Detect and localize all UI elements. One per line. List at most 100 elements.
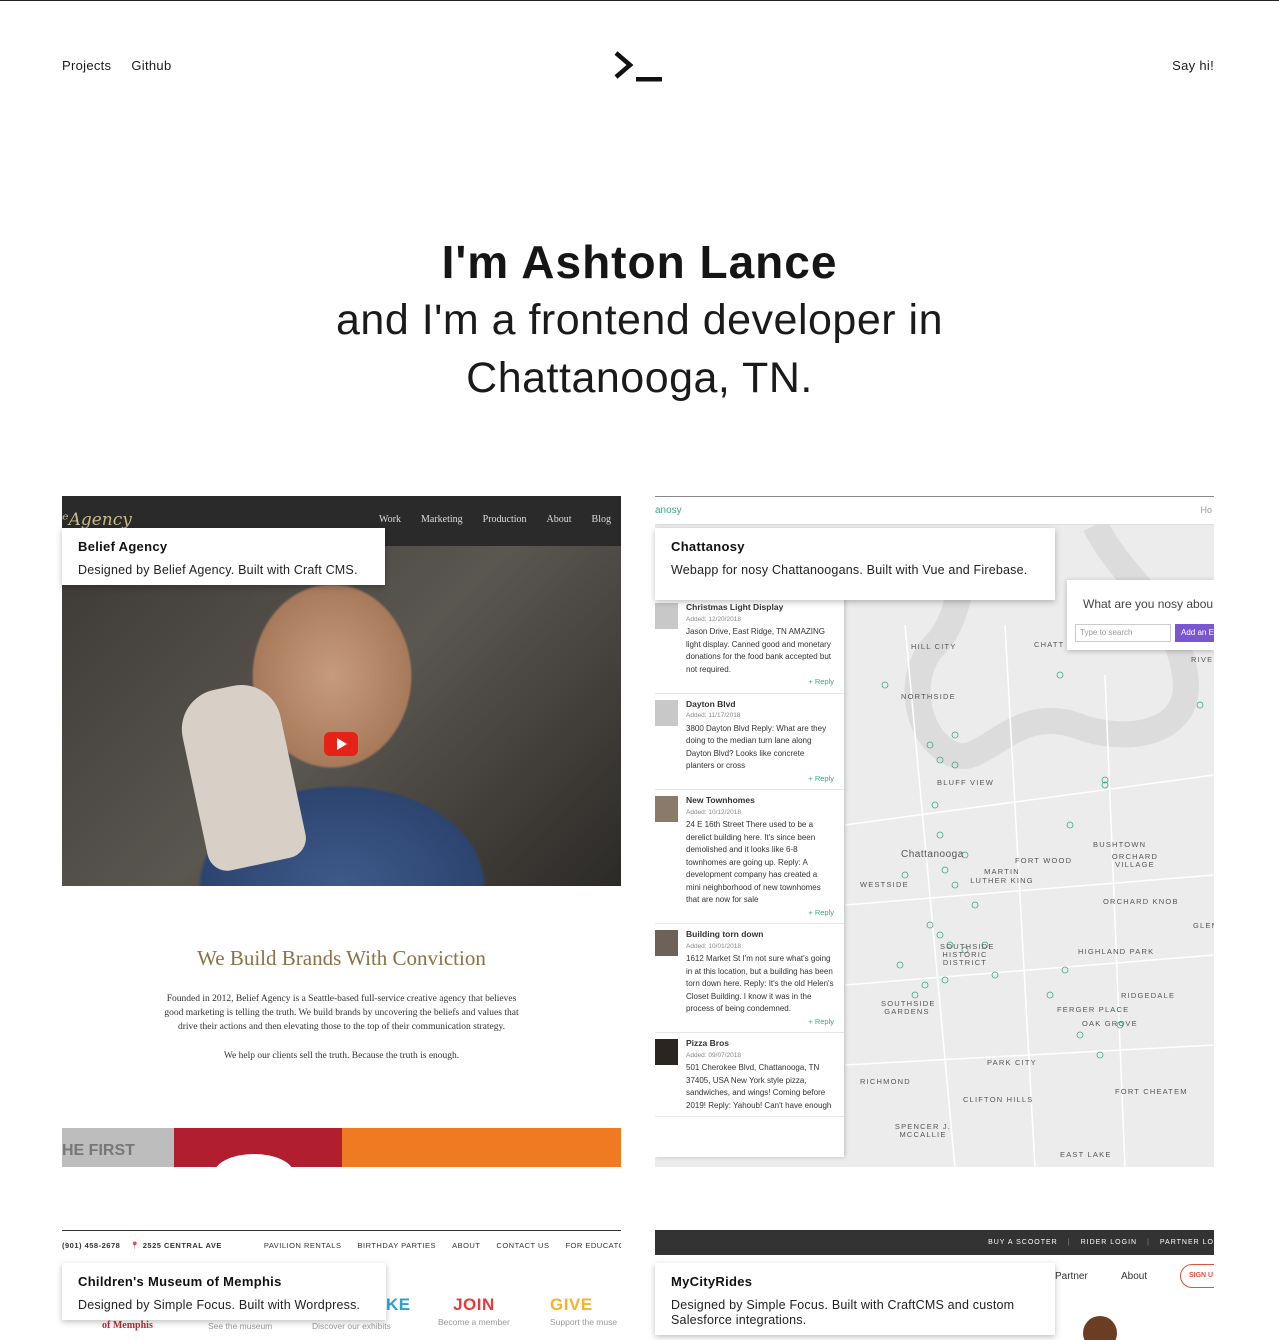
project-title: Belief Agency <box>78 539 168 554</box>
reply-link[interactable]: + Reply <box>686 907 834 920</box>
post-thumbnail <box>655 603 678 629</box>
partner-login-link: PARTNER LO <box>1159 1239 1214 1246</box>
post-thumbnail <box>655 1039 678 1065</box>
tile-heading: JOIN <box>453 1295 495 1314</box>
post-body: Jason Drive, East Ridge, TN AMAZING ligh… <box>686 627 831 674</box>
tile-caption: Discover our exhibits <box>312 1321 391 1331</box>
belief-body-tagline: We help our clients sell the truth. Beca… <box>223 1051 460 1061</box>
map-label-glen: GLEN <box>1193 921 1214 930</box>
museum-tile-explore: Discover our exhibits <box>312 1319 391 1331</box>
map-label-spencer-mccallie: SPENCER J. MCCALLIE <box>894 1122 952 1139</box>
post-body: 3800 Dayton Blvd Reply: What are they do… <box>686 723 827 771</box>
hero-tagline-line1: and I'm a frontend developer in <box>336 296 943 344</box>
post-body: 501 Cherokee Blvd, Chattanooga, TN 37405… <box>686 1063 832 1110</box>
post-title: Building torn down <box>686 929 764 939</box>
post-body: 1612 Market St I'm not sure what's going… <box>686 954 834 1013</box>
map-label-southside-historic: SOUTHSIDE HISTORIC DISTRICT <box>940 942 995 967</box>
project-caption-chattanosy: Chattanosy Webapp for nosy Chattanoogans… <box>655 528 1055 600</box>
map-label-rive: RIVE <box>1191 655 1214 664</box>
post-title: Pizza Bros <box>686 1038 729 1048</box>
map-label-westside: WESTSIDE <box>860 880 909 889</box>
project-description: Designed by Belief Agency. Built with Cr… <box>78 563 358 577</box>
belief-body: Founded in 2012, Belief Agency is a Seat… <box>164 994 519 1032</box>
map-label-park-city: PARK CITY <box>987 1058 1037 1067</box>
project-caption-childrens-museum: Children's Museum of Memphis Designed by… <box>62 1263 386 1320</box>
reply-link[interactable]: + Reply <box>686 676 834 689</box>
list-item[interactable]: Pizza Bros Added: 09/07/2018 501 Cheroke… <box>655 1033 844 1117</box>
map-label-orchard-knob: ORCHARD KNOB <box>1103 897 1179 906</box>
museum-logo: of Memphis <box>102 1320 153 1331</box>
map-label-mlk: MARTIN LUTHER KING <box>970 867 1034 885</box>
prosthetic-hand <box>174 677 310 875</box>
belief-nav-blog: Blog <box>591 514 611 525</box>
map-label-northside: NORTHSIDE <box>901 692 956 701</box>
project-description: Webapp for nosy Chattanoogans. Built wit… <box>671 563 1028 577</box>
list-item[interactable]: Building torn down Added: 10/01/2018 161… <box>655 924 844 1033</box>
post-date: Added: 10/12/2018 <box>686 808 741 816</box>
belief-color-strip: HE FIRST <box>62 1128 621 1167</box>
search-input[interactable]: Type to search <box>1075 624 1171 642</box>
chattanosy-post-list[interactable]: Christmas Light Display Added: 12/20/201… <box>655 597 844 1157</box>
belief-nav-marketing: Marketing <box>421 514 463 525</box>
project-description: Designed by Simple Focus. Built with Cra… <box>671 1298 1015 1327</box>
map-label-clifton-hills: CLIFTON HILLS <box>963 1095 1034 1104</box>
map-label-oak-grove: OAK GROVE <box>1082 1019 1138 1028</box>
belief-video-still <box>62 546 621 886</box>
project-card-belief-agency[interactable]: ᵉAgency Work Marketing Production About … <box>62 496 621 1167</box>
chattanosy-search-panel: What are you nosy abou Type to search Ad… <box>1067 580 1214 650</box>
list-item[interactable]: Christmas Light Display Added: 12/20/201… <box>655 597 844 694</box>
post-thumbnail <box>655 930 678 956</box>
reply-link[interactable]: + Reply <box>686 773 834 786</box>
youtube-play-icon <box>324 732 358 756</box>
list-item[interactable]: New Townhomes Added: 10/12/2018 24 E 16t… <box>655 790 844 924</box>
search-prompt: What are you nosy abou <box>1083 597 1214 611</box>
reply-link[interactable]: + Reply <box>686 1016 834 1029</box>
post-body: 24 E 16th Street There used to be a dere… <box>686 820 821 904</box>
list-item[interactable]: Dayton Blvd Added: 11/17/2018 3800 Dayto… <box>655 694 844 790</box>
chattanosy-brand: anosy <box>655 505 682 516</box>
header-contact: Say hi! <box>1172 58 1214 73</box>
map-label-ridgedale: RIDGEDALE <box>1121 991 1176 1000</box>
map-label-richmond: RICHMOND <box>860 1077 911 1086</box>
post-date: Added: 09/07/2018 <box>686 1051 741 1059</box>
map-label-fort-wood: FORT WOOD <box>1015 856 1073 865</box>
divider: | <box>1147 1239 1150 1246</box>
rider-login-link: RIDER LOGIN <box>1080 1239 1138 1246</box>
chattanosy-top-bar: anosy Ho <box>655 497 1214 525</box>
post-date: Added: 12/20/2018 <box>686 615 741 623</box>
project-caption-mycityrides: MyCityRides Designed by Simple Focus. Bu… <box>655 1263 1055 1335</box>
project-title: Children's Museum of Memphis <box>78 1274 282 1289</box>
tile-heading: KE <box>386 1295 411 1314</box>
tile-caption: See the museum <box>208 1321 273 1331</box>
map-label-chattanooga: Chattanooga <box>901 849 964 860</box>
belief-strip-orange <box>342 1128 621 1167</box>
belief-strip-text: HE FIRST <box>62 1128 174 1167</box>
mycityrides-top-links: BUY A SCOOTER | RIDER LOGIN | PARTNER LO <box>988 1239 1214 1246</box>
nav-projects-link[interactable]: Projects <box>62 58 111 73</box>
mycityrides-nav-about: About <box>1121 1271 1148 1282</box>
map-label-fort-cheatem: FORT CHEATEM <box>1115 1087 1188 1096</box>
tile-heading: GIVE <box>550 1295 593 1314</box>
post-date: Added: 11/17/2018 <box>686 712 741 719</box>
post-title: New Townhomes <box>686 795 755 805</box>
tile-caption: Support the muse <box>550 1317 618 1327</box>
say-hi-link[interactable]: Say hi! <box>1172 58 1214 73</box>
museum-tile-see: See the museum <box>208 1319 272 1331</box>
chattanosy-nav-right: Ho <box>1200 505 1212 515</box>
post-date: Added: 10/01/2018 <box>686 942 741 950</box>
nav-github-link[interactable]: Github <box>131 58 171 73</box>
belief-nav-production: Production <box>482 514 527 525</box>
map-label-ferger-place: FERGER PLACE <box>1057 1005 1130 1014</box>
project-description: Designed by Simple Focus. Built with Wor… <box>78 1298 361 1312</box>
terminal-logo-icon[interactable] <box>613 50 663 84</box>
post-thumbnail <box>655 796 678 822</box>
mycityrides-top-bar: BUY A SCOOTER | RIDER LOGIN | PARTNER LO <box>655 1230 1214 1255</box>
map-label-chatt: CHATT <box>1034 640 1065 649</box>
map-label-bushtown: BUSHTOWN <box>1093 840 1147 849</box>
belief-nav-links: Work Marketing Production About Blog <box>379 514 611 525</box>
add-event-button[interactable]: Add an E <box>1175 624 1214 642</box>
belief-logo: ᵉAgency <box>62 510 132 530</box>
belief-strip-red <box>174 1128 342 1167</box>
museum-nav-about: ABOUT <box>452 1241 481 1250</box>
mycityrides-nav-partner: Partner <box>1055 1271 1088 1282</box>
